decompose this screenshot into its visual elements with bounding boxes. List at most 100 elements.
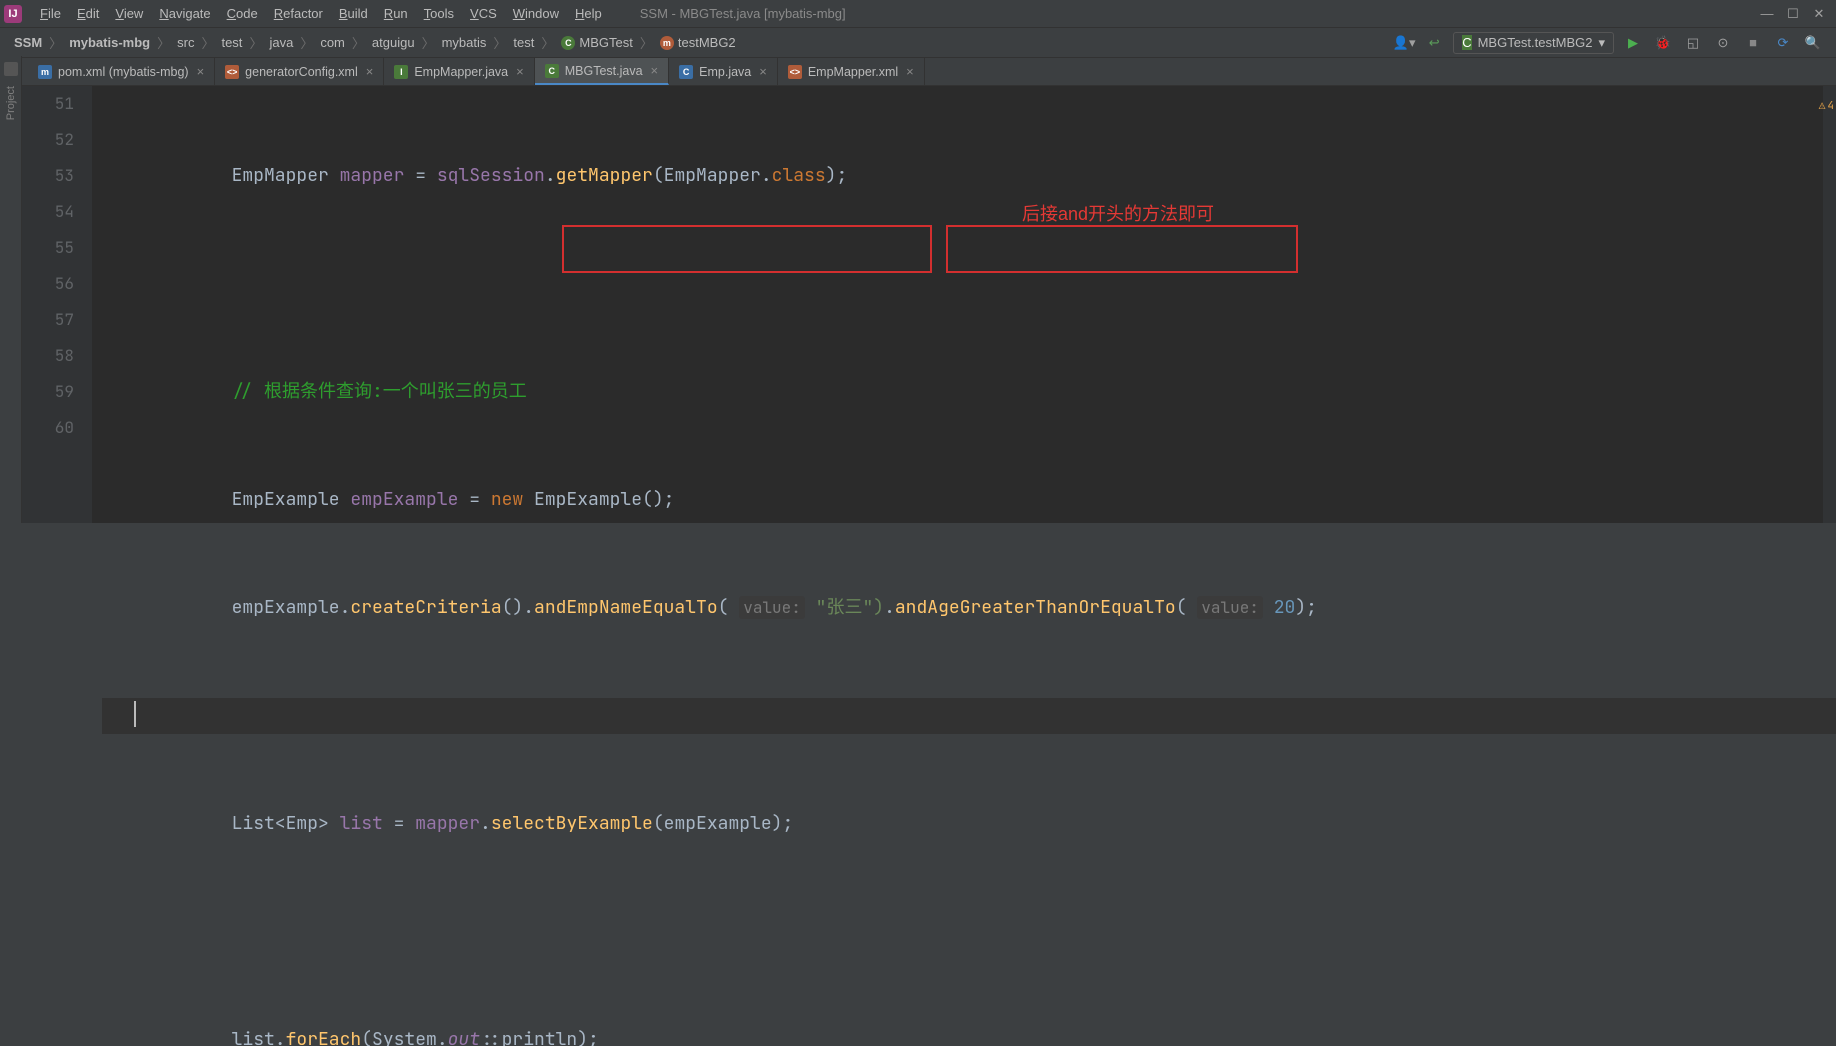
breadcrumb-separator: 〉 bbox=[422, 33, 435, 52]
parameter-hint: value: bbox=[1197, 596, 1263, 619]
breadcrumb-segment[interactable]: src bbox=[171, 33, 200, 52]
breadcrumb-segment[interactable]: mybatis bbox=[436, 33, 493, 52]
breadcrumb-segment[interactable]: atguigu bbox=[366, 33, 421, 52]
window-title: SSM - MBGTest.java [mybatis-mbg] bbox=[640, 6, 846, 21]
code-line: EmpMapper mapper = sqlSession.getMapper(… bbox=[102, 158, 1836, 194]
test-icon: C bbox=[1462, 35, 1471, 50]
code-line bbox=[102, 914, 1836, 950]
menu-code[interactable]: Code bbox=[219, 6, 266, 21]
add-config-button[interactable]: 👤▾ bbox=[1391, 32, 1417, 54]
chevron-down-icon: ▾ bbox=[1598, 35, 1605, 51]
minimize-button[interactable]: — bbox=[1754, 4, 1780, 24]
editor-tab[interactable]: <> EmpMapper.xml × bbox=[778, 58, 925, 85]
close-tab-icon[interactable]: × bbox=[906, 64, 914, 79]
menu-run[interactable]: Run bbox=[376, 6, 416, 21]
code-line bbox=[102, 266, 1836, 302]
menu-refactor[interactable]: Refactor bbox=[266, 6, 331, 21]
breadcrumb-segment[interactable]: CMBGTest bbox=[555, 33, 638, 52]
app-icon: IJ bbox=[4, 5, 22, 23]
tab-label: Emp.java bbox=[699, 65, 751, 79]
warnings-badge[interactable]: ⚠4 bbox=[1819, 88, 1834, 124]
code-line bbox=[102, 698, 1836, 734]
breadcrumb-separator: 〉 bbox=[541, 33, 554, 52]
menu-navigate[interactable]: Navigate bbox=[151, 6, 218, 21]
close-tab-icon[interactable]: × bbox=[651, 63, 659, 78]
code-editor[interactable]: 51525354555657585960 EmpMapper mapper = … bbox=[22, 86, 1836, 523]
breadcrumb-segment[interactable]: mtestMBG2 bbox=[654, 33, 742, 52]
code-line: List<Emp> list = mapper.selectByExample(… bbox=[102, 806, 1836, 842]
menu-tools[interactable]: Tools bbox=[416, 6, 462, 21]
file-icon: m bbox=[38, 65, 52, 79]
editor-tab[interactable]: <> generatorConfig.xml × bbox=[215, 58, 384, 85]
close-window-button[interactable]: ✕ bbox=[1806, 4, 1832, 24]
line-number: 51 bbox=[22, 86, 74, 122]
menu-view[interactable]: View bbox=[107, 6, 151, 21]
tab-label: EmpMapper.java bbox=[414, 65, 508, 79]
line-number: 52 bbox=[22, 122, 74, 158]
close-tab-icon[interactable]: × bbox=[366, 64, 374, 79]
run-config-label: MBGTest.testMBG2 bbox=[1478, 35, 1593, 50]
stop-button[interactable]: ■ bbox=[1740, 32, 1766, 54]
breadcrumb-separator: 〉 bbox=[352, 33, 365, 52]
code-line: empExample.createCriteria().andEmpNameEq… bbox=[102, 590, 1836, 626]
breadcrumb-separator: 〉 bbox=[493, 33, 506, 52]
editor-tab[interactable]: I EmpMapper.java × bbox=[384, 58, 534, 85]
menu-file[interactable]: File bbox=[32, 6, 69, 21]
project-tab[interactable]: Project bbox=[5, 82, 17, 124]
line-gutter: 51525354555657585960 bbox=[22, 86, 92, 523]
coverage-button[interactable]: ◱ bbox=[1680, 32, 1706, 54]
code-line: EmpExample empExample = new EmpExample()… bbox=[102, 482, 1836, 518]
editor-tab[interactable]: C Emp.java × bbox=[669, 58, 778, 85]
file-icon: <> bbox=[225, 65, 239, 79]
breadcrumb-segment[interactable]: SSM bbox=[8, 33, 48, 52]
file-icon: C bbox=[679, 65, 693, 79]
tab-label: EmpMapper.xml bbox=[808, 65, 898, 79]
run-button[interactable]: ▶ bbox=[1620, 32, 1646, 54]
run-config-selector[interactable]: C MBGTest.testMBG2 ▾ bbox=[1453, 32, 1614, 54]
debug-button[interactable]: 🐞 bbox=[1650, 32, 1676, 54]
file-icon: I bbox=[394, 65, 408, 79]
breadcrumb-segment[interactable]: mybatis-mbg bbox=[63, 33, 156, 52]
line-number: 53 bbox=[22, 158, 74, 194]
breadcrumb-segment[interactable]: test bbox=[507, 33, 540, 52]
tab-label: pom.xml (mybatis-mbg) bbox=[58, 65, 189, 79]
class-icon: C bbox=[561, 36, 575, 50]
breadcrumb-separator: 〉 bbox=[201, 33, 214, 52]
code-area[interactable]: EmpMapper mapper = sqlSession.getMapper(… bbox=[92, 86, 1836, 523]
error-stripe[interactable] bbox=[1822, 86, 1836, 523]
editor-tab[interactable]: m pom.xml (mybatis-mbg) × bbox=[28, 58, 215, 85]
line-number: 55 bbox=[22, 230, 74, 266]
navigation-bar: SSM〉mybatis-mbg〉src〉test〉java〉com〉atguig… bbox=[0, 28, 1836, 58]
breadcrumb-segment[interactable]: test bbox=[215, 33, 248, 52]
breadcrumb-segment[interactable]: com bbox=[314, 33, 351, 52]
close-tab-icon[interactable]: × bbox=[516, 64, 524, 79]
breadcrumb-separator: 〉 bbox=[157, 33, 170, 52]
tab-label: generatorConfig.xml bbox=[245, 65, 358, 79]
breadcrumb: SSM〉mybatis-mbg〉src〉test〉java〉com〉atguig… bbox=[8, 33, 742, 52]
breadcrumb-separator: 〉 bbox=[49, 33, 62, 52]
close-tab-icon[interactable]: × bbox=[197, 64, 205, 79]
back-button[interactable]: ↩ bbox=[1421, 32, 1447, 54]
line-number: 56 bbox=[22, 266, 74, 302]
code-line: list.forEach(System.out::println); bbox=[102, 1022, 1836, 1046]
menu-bar: IJ FileEditViewNavigateCodeRefactorBuild… bbox=[0, 0, 1836, 28]
project-icon[interactable] bbox=[4, 62, 18, 76]
method-icon: m bbox=[660, 36, 674, 50]
annotation-text: 后接and开头的方法即可 bbox=[1022, 196, 1214, 232]
menu-edit[interactable]: Edit bbox=[69, 6, 107, 21]
text-caret bbox=[134, 701, 136, 727]
menu-window[interactable]: Window bbox=[505, 6, 567, 21]
update-button[interactable]: ⟳ bbox=[1770, 32, 1796, 54]
maximize-button[interactable]: ☐ bbox=[1780, 4, 1806, 24]
profile-button[interactable]: ⊙ bbox=[1710, 32, 1736, 54]
menu-build[interactable]: Build bbox=[331, 6, 376, 21]
editor-tab[interactable]: CMBGTest.java× bbox=[535, 58, 669, 85]
close-tab-icon[interactable]: × bbox=[759, 64, 767, 79]
menu-help[interactable]: Help bbox=[567, 6, 610, 21]
search-button[interactable]: 🔍 bbox=[1800, 32, 1826, 54]
menu-vcs[interactable]: VCS bbox=[462, 6, 505, 21]
breadcrumb-segment[interactable]: java bbox=[263, 33, 299, 52]
left-tool-rail: Project bbox=[0, 56, 22, 523]
file-icon: <> bbox=[788, 65, 802, 79]
breadcrumb-separator: 〉 bbox=[300, 33, 313, 52]
